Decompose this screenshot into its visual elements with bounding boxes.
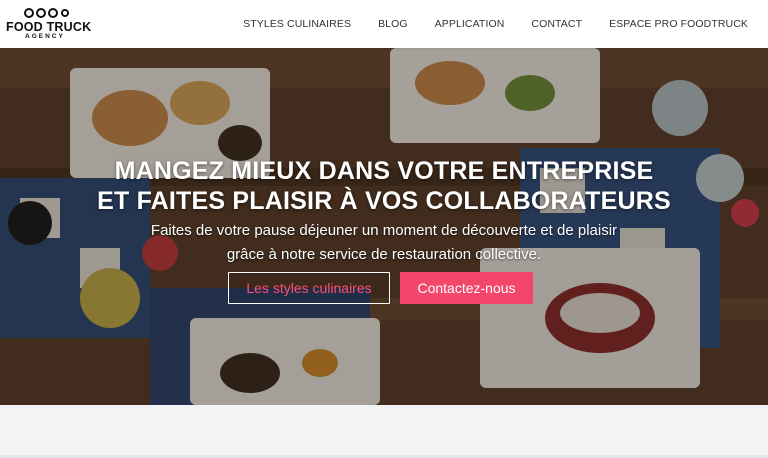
hero-buttons: Les styles culinaires Contactez-nous bbox=[228, 272, 533, 304]
site-header: FOOD TRUCK AGENCY STYLES CULINAIRES BLOG… bbox=[0, 0, 768, 48]
hero-title: MANGEZ MIEUX DANS VOTRE ENTREPRISE ET FA… bbox=[0, 156, 768, 216]
hero-title-line2: ET FAITES PLAISIR À VOS COLLABORATEURS bbox=[97, 187, 671, 215]
styles-culinaires-button[interactable]: Les styles culinaires bbox=[228, 272, 390, 304]
subtitle-highlight: pause déjeuner bbox=[254, 222, 358, 239]
logo-title: FOOD TRUCK bbox=[6, 20, 92, 34]
content-area bbox=[0, 405, 768, 458]
logo[interactable]: FOOD TRUCK AGENCY bbox=[6, 7, 91, 43]
nav-item-application[interactable]: APPLICATION bbox=[435, 18, 505, 30]
logo-eyes-icon bbox=[24, 8, 69, 18]
main-nav: STYLES CULINAIRES BLOG APPLICATION CONTA… bbox=[216, 0, 748, 48]
hero-subtitle-line1: Faites de votre pause déjeuner un moment… bbox=[0, 219, 768, 243]
hero-title-line1: MANGEZ MIEUX DANS VOTRE ENTREPRISE bbox=[114, 157, 654, 185]
logo-subtitle: AGENCY bbox=[25, 33, 65, 40]
hero-subtitle: Faites de votre pause déjeuner un moment… bbox=[0, 219, 768, 267]
contact-button[interactable]: Contactez-nous bbox=[400, 272, 533, 304]
subtitle-text: un moment de découverte et de plaisir bbox=[357, 222, 618, 239]
hero-subtitle-line2: grâce à notre service de restauration co… bbox=[226, 246, 542, 263]
hero-section: MANGEZ MIEUX DANS VOTRE ENTREPRISE ET FA… bbox=[0, 48, 768, 405]
nav-item-espace-pro[interactable]: ESPACE PRO FOODTRUCK bbox=[609, 18, 748, 30]
nav-item-blog[interactable]: BLOG bbox=[378, 18, 408, 30]
nav-item-contact[interactable]: CONTACT bbox=[531, 18, 582, 30]
subtitle-text: Faites de votre bbox=[150, 222, 255, 239]
nav-item-styles-culinaires[interactable]: STYLES CULINAIRES bbox=[243, 18, 351, 30]
